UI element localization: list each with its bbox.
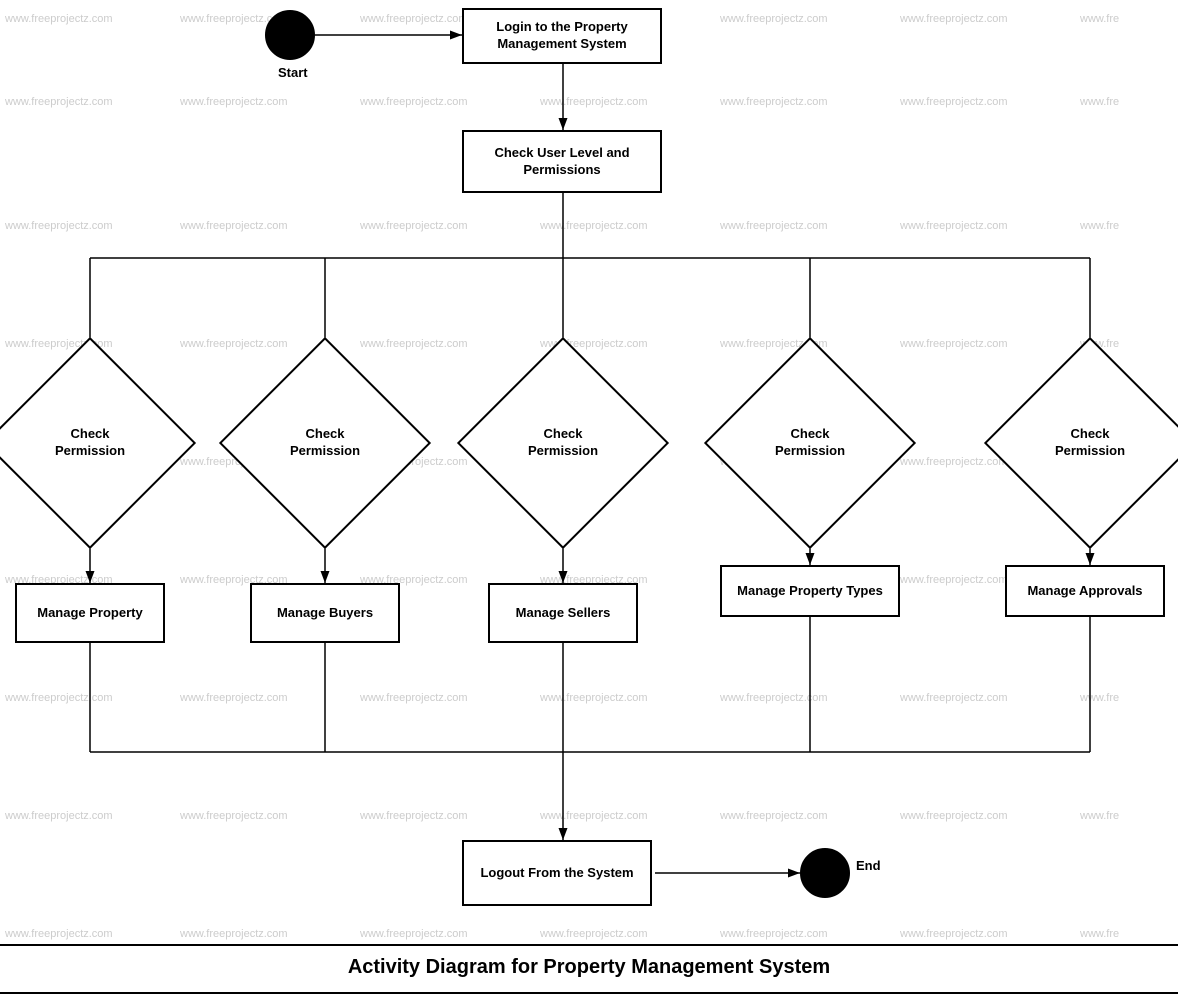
wm-10: www.freeprojectz.com: [360, 96, 468, 108]
wm-48: www.freeprojectz.com: [900, 692, 1008, 704]
manage-sellers-label: Manage Sellers: [516, 605, 611, 622]
wm-1: www.freeprojectz.com: [5, 13, 113, 25]
wm-59: www.freeprojectz.com: [360, 928, 468, 940]
wm-61: www.freeprojectz.com: [720, 928, 828, 940]
wm-53: www.freeprojectz.com: [540, 810, 648, 822]
wm-5: www.freeprojectz.com: [720, 13, 828, 25]
wm-63: www.fre: [1080, 928, 1119, 940]
diamond-1-label: CheckPermission: [55, 426, 125, 460]
diamond-2: CheckPermission: [250, 368, 400, 518]
diamond-5: CheckPermission: [1015, 368, 1165, 518]
manage-approvals-node: Manage Approvals: [1005, 565, 1165, 617]
wm-14: www.fre: [1080, 96, 1119, 108]
check-user-label: Check User Level and Permissions: [464, 145, 660, 179]
start-circle: [265, 10, 315, 60]
wm-13: www.freeprojectz.com: [900, 96, 1008, 108]
wm-43: www.freeprojectz.com: [5, 692, 113, 704]
wm-55: www.freeprojectz.com: [900, 810, 1008, 822]
diagram-title: Activity Diagram for Property Management…: [0, 944, 1178, 994]
wm-19: www.freeprojectz.com: [720, 220, 828, 232]
manage-property-label: Manage Property: [37, 605, 142, 622]
wm-50: www.freeprojectz.com: [5, 810, 113, 822]
wm-8: www.freeprojectz.com: [5, 96, 113, 108]
wm-58: www.freeprojectz.com: [180, 928, 288, 940]
manage-property-node: Manage Property: [15, 583, 165, 643]
manage-buyers-node: Manage Buyers: [250, 583, 400, 643]
end-label: End: [856, 858, 881, 873]
wm-3: www.freeprojectz.com: [360, 13, 468, 25]
manage-buyers-label: Manage Buyers: [277, 605, 373, 622]
wm-27: www.freeprojectz.com: [900, 338, 1008, 350]
manage-sellers-node: Manage Sellers: [488, 583, 638, 643]
login-label: Login to the Property Management System: [464, 19, 660, 53]
wm-62: www.freeprojectz.com: [900, 928, 1008, 940]
wm-54: www.freeprojectz.com: [720, 810, 828, 822]
wm-12: www.freeprojectz.com: [720, 96, 828, 108]
wm-20: www.freeprojectz.com: [900, 220, 1008, 232]
diamond-2-label: CheckPermission: [290, 426, 360, 460]
login-node: Login to the Property Management System: [462, 8, 662, 64]
start-label: Start: [278, 65, 308, 80]
manage-property-types-node: Manage Property Types: [720, 565, 900, 617]
logout-node: Logout From the System: [462, 840, 652, 906]
manage-approvals-label: Manage Approvals: [1027, 583, 1142, 600]
wm-44: www.freeprojectz.com: [180, 692, 288, 704]
wm-24: www.freeprojectz.com: [360, 338, 468, 350]
wm-6: www.freeprojectz.com: [900, 13, 1008, 25]
diamond-5-label: CheckPermission: [1055, 426, 1125, 460]
wm-16: www.freeprojectz.com: [180, 220, 288, 232]
wm-57: www.freeprojectz.com: [5, 928, 113, 940]
wm-45: www.freeprojectz.com: [360, 692, 468, 704]
wm-7: www.fre: [1080, 13, 1119, 25]
diamond-3: CheckPermission: [488, 368, 638, 518]
diamond-3-label: CheckPermission: [528, 426, 598, 460]
title-text: Activity Diagram for Property Management…: [348, 956, 830, 978]
check-user-level-node: Check User Level and Permissions: [462, 130, 662, 193]
wm-60: www.freeprojectz.com: [540, 928, 648, 940]
wm-41: www.freeprojectz.com: [900, 574, 1008, 586]
diamond-1: CheckPermission: [15, 368, 165, 518]
wm-11: www.freeprojectz.com: [540, 96, 648, 108]
wm-46: www.freeprojectz.com: [540, 692, 648, 704]
wm-47: www.freeprojectz.com: [720, 692, 828, 704]
wm-9: www.freeprojectz.com: [180, 96, 288, 108]
diamond-4: CheckPermission: [735, 368, 885, 518]
wm-49: www.fre: [1080, 692, 1119, 704]
wm-52: www.freeprojectz.com: [360, 810, 468, 822]
wm-17: www.freeprojectz.com: [360, 220, 468, 232]
logout-label: Logout From the System: [480, 865, 633, 882]
diamond-4-label: CheckPermission: [775, 426, 845, 460]
wm-23: www.freeprojectz.com: [180, 338, 288, 350]
wm-21: www.fre: [1080, 220, 1119, 232]
wm-18: www.freeprojectz.com: [540, 220, 648, 232]
wm-56: www.fre: [1080, 810, 1119, 822]
wm-51: www.freeprojectz.com: [180, 810, 288, 822]
wm-34: www.freeprojectz.com: [900, 456, 1008, 468]
end-circle: [800, 848, 850, 898]
wm-15: www.freeprojectz.com: [5, 220, 113, 232]
manage-property-types-label: Manage Property Types: [737, 583, 883, 600]
